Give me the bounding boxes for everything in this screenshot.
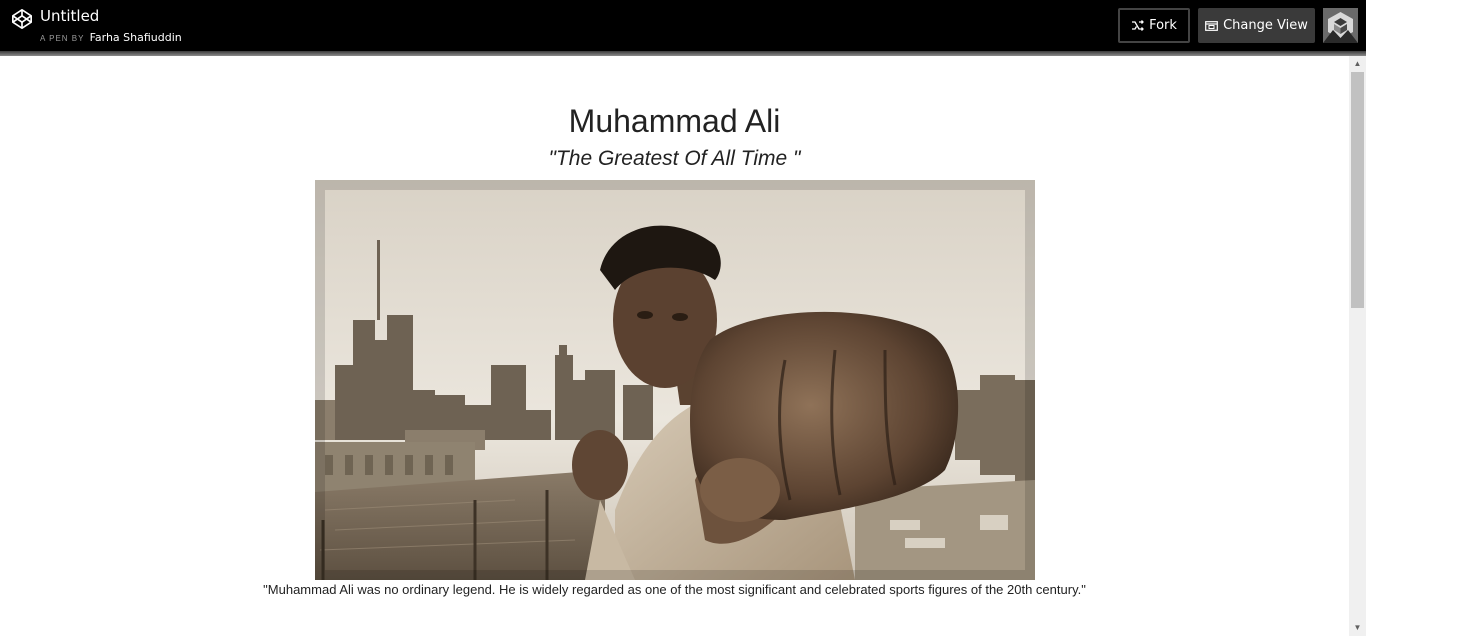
scroll-down-arrow-icon[interactable]: ▼: [1349, 622, 1366, 634]
pen-preview: Muhammad Ali "The Greatest Of All Time ": [0, 56, 1349, 636]
fork-icon: [1132, 20, 1144, 31]
fork-button[interactable]: Fork: [1118, 8, 1190, 43]
codepen-logo-icon[interactable]: [11, 8, 33, 30]
vertical-scrollbar[interactable]: ▲ ▼: [1349, 56, 1366, 636]
pen-byline: A PEN BY Farha Shafiuddin: [40, 31, 182, 44]
boxer-photo: [315, 180, 1035, 580]
page-title: Muhammad Ali: [568, 103, 781, 139]
photo-caption: "Muhammad Ali was no ordinary legend. He…: [263, 582, 1086, 597]
codepen-header: Untitled A PEN BY Farha Shafiuddin Fork …: [0, 0, 1366, 51]
change-view-button[interactable]: Change View: [1198, 8, 1315, 43]
scroll-up-arrow-icon[interactable]: ▲: [1349, 58, 1366, 70]
fork-label: Fork: [1149, 18, 1177, 33]
page-subtitle: "The Greatest Of All Time ": [548, 147, 801, 170]
user-avatar[interactable]: [1323, 8, 1358, 43]
byline-prefix: A PEN BY: [40, 34, 85, 43]
scroll-thumb[interactable]: [1351, 72, 1364, 308]
change-view-icon: [1205, 21, 1219, 31]
change-view-label: Change View: [1223, 18, 1308, 33]
author-link[interactable]: Farha Shafiuddin: [90, 31, 182, 44]
pen-title[interactable]: Untitled: [40, 7, 99, 25]
